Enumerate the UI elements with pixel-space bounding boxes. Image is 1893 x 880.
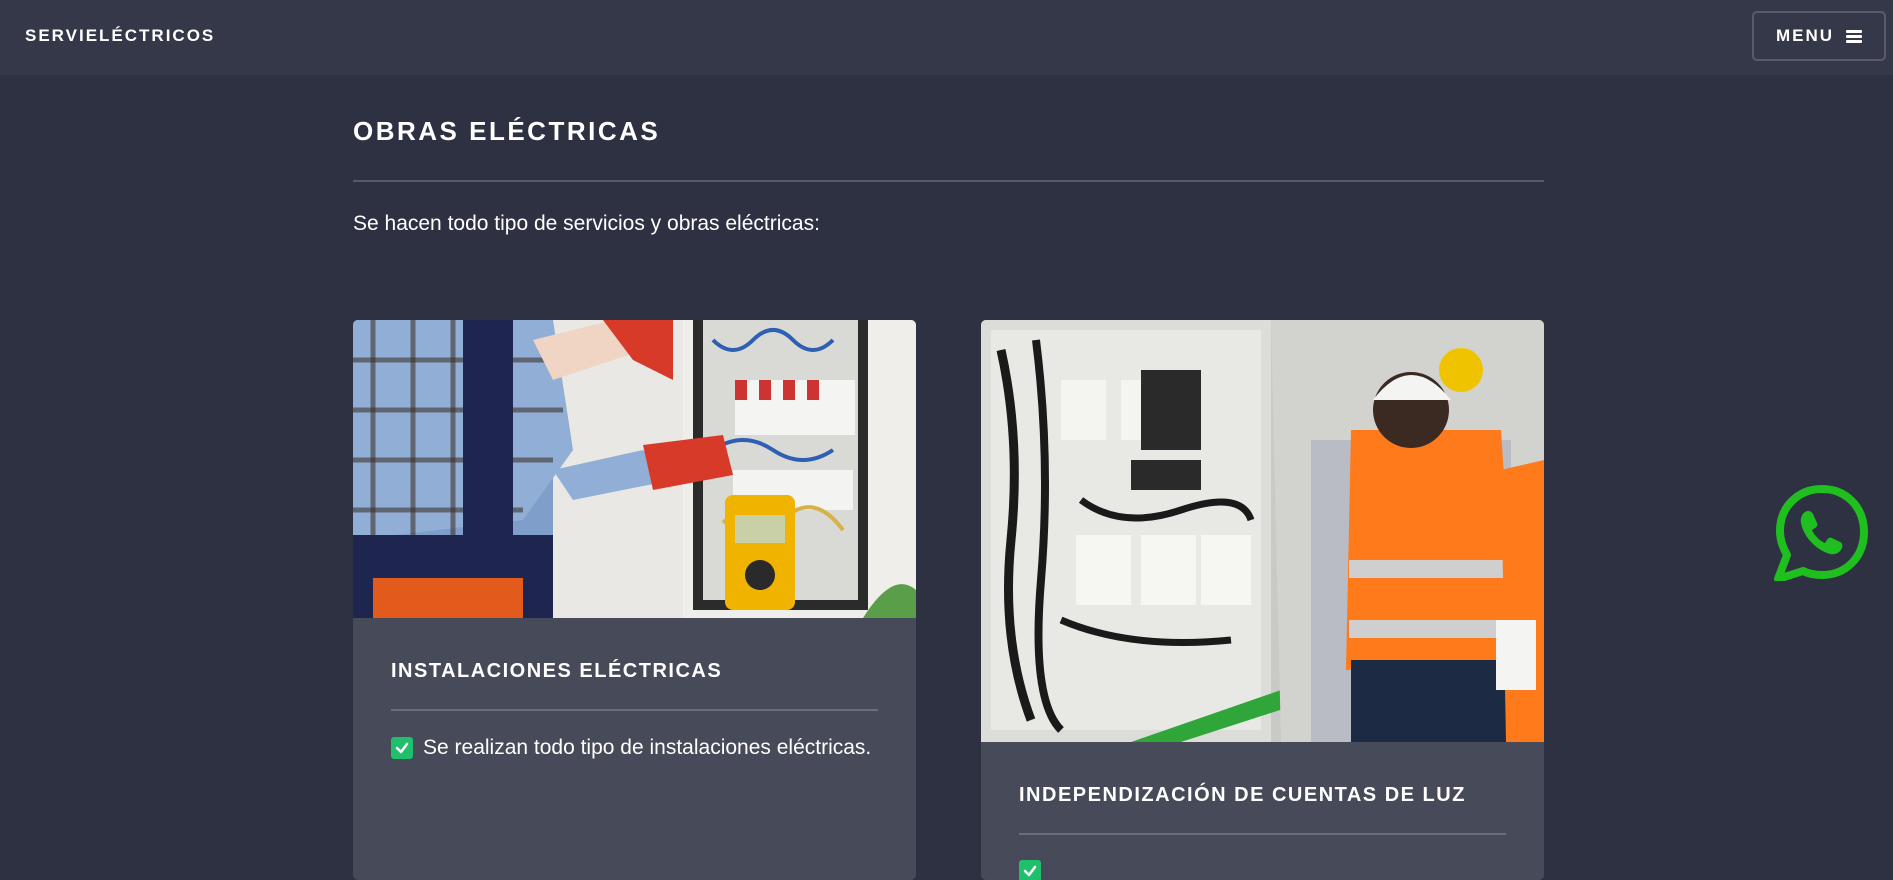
title-divider — [353, 180, 1544, 182]
list-item-text: Se realizan todo tipo de instalaciones e… — [423, 736, 872, 759]
card-heading: INDEPENDIZACIÓN DE CUENTAS DE LUZ — [1019, 742, 1506, 835]
service-card-instalaciones: INSTALACIONES ELÉCTRICAS Se realizan tod… — [353, 320, 916, 880]
electrical-panel-worker-photo — [981, 320, 1544, 742]
list-item — [1019, 860, 1506, 880]
service-card-independizacion: INDEPENDIZACIÓN DE CUENTAS DE LUZ — [981, 320, 1544, 880]
checkbox-check-icon — [391, 737, 413, 759]
menu-label: MENU — [1775, 26, 1835, 45]
whatsapp-icon[interactable] — [1774, 485, 1870, 583]
menu-button[interactable]: MENU — [1752, 11, 1886, 61]
hamburger-icon — [1846, 29, 1863, 43]
list-item: Se realizan todo tipo de instalaciones e… — [391, 736, 878, 760]
page-title: OBRAS ELÉCTRICAS — [353, 116, 661, 146]
site-header: SERVIELÉCTRICOS MENU — [0, 0, 1893, 75]
checkbox-check-icon — [1019, 860, 1041, 880]
intro-text: Se hacen todo tipo de servicios y obras … — [353, 212, 820, 235]
card-heading: INSTALACIONES ELÉCTRICAS — [391, 618, 878, 711]
electrician-multimeter-photo — [353, 320, 916, 618]
site-logo[interactable]: SERVIELÉCTRICOS — [25, 26, 215, 46]
